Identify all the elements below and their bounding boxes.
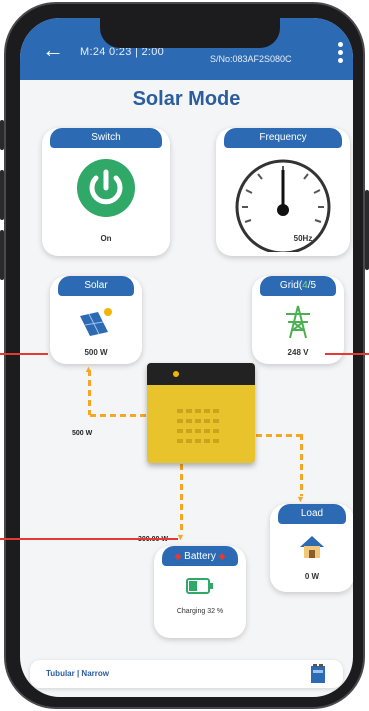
battery-flow-wire — [180, 464, 183, 534]
solar-panel-icon — [80, 308, 112, 336]
kebab-menu-icon[interactable] — [338, 42, 344, 66]
solar-card: Solar 500 W — [50, 276, 142, 364]
battery-type-bar[interactable]: Tubular | Narrow — [30, 660, 343, 688]
solar-card-title: Solar — [58, 276, 134, 296]
inverter-vent — [177, 409, 221, 413]
grid-title-suffix: /5 — [307, 280, 317, 291]
transmission-tower-icon — [286, 305, 310, 339]
inverter-vent — [177, 429, 221, 433]
inverter-display — [147, 363, 255, 385]
inverter-image — [147, 363, 255, 463]
battery-type-label: Tubular | Narrow — [46, 669, 109, 678]
solar-flow-wire-horizontal — [90, 414, 148, 417]
solar-value: 500 W — [84, 348, 108, 357]
switch-card[interactable]: Switch On — [42, 128, 170, 256]
annotation-line-grid — [325, 353, 369, 355]
arrow-left-icon[interactable]: ← — [42, 39, 64, 61]
battery-status: Charging 32 % — [176, 608, 224, 615]
battery-tubular-icon — [311, 664, 325, 683]
grid-card: Grid(4/5 248 V — [252, 276, 344, 364]
annotation-line-battery — [0, 538, 178, 540]
battery-title: Battery — [184, 551, 216, 562]
grid-title-prefix: Grid( — [279, 280, 303, 291]
device-serial: S/No:083AF2S080C — [210, 54, 292, 64]
battery-plus-marker: ◆ — [218, 551, 226, 561]
power-icon[interactable] — [76, 158, 136, 218]
switch-card-title: Switch — [50, 128, 162, 148]
load-flow-wire-vertical — [300, 434, 303, 496]
load-flow-wire-horizontal — [256, 434, 300, 437]
phone-frame: ← M:24 0:23 | 2:00 S/No:083AF2S080C Sola… — [4, 2, 365, 709]
house-icon — [300, 536, 324, 558]
inverter-indicator-light — [173, 371, 179, 377]
battery-minus-marker: ◆ — [174, 551, 182, 561]
battery-card-title: ◆ Battery ◆ — [162, 546, 238, 566]
frequency-value: 50Hz — [293, 234, 313, 243]
switch-state: On — [100, 234, 112, 243]
arrow-down-icon: ▼ — [176, 532, 185, 542]
inverter-vent — [177, 419, 221, 423]
power-button — [365, 190, 369, 270]
arrow-up-icon: ▲ — [84, 364, 93, 374]
inverter-vent — [177, 439, 221, 443]
arrow-down-icon: ▼ — [296, 494, 305, 504]
phone-notch — [100, 18, 280, 48]
app-screen: ← M:24 0:23 | 2:00 S/No:083AF2S080C Sola… — [20, 18, 353, 697]
frequency-card-title: Frequency — [224, 128, 342, 148]
annotation-line-solar — [0, 353, 48, 355]
grid-card-title: Grid(4/5 — [260, 276, 336, 296]
solar-flow-wire-vertical — [88, 370, 91, 415]
load-card-title: Load — [278, 504, 346, 524]
page-title: Solar Mode — [132, 88, 241, 110]
battery-icon — [186, 578, 213, 594]
load-value: 0 W — [304, 572, 320, 581]
battery-card: ◆ Battery ◆ Charging 32 % — [154, 546, 246, 638]
solar-flow-label: 500 W — [72, 430, 93, 437]
load-card: Load 0 W — [270, 504, 353, 592]
frequency-card: Frequency 50Hz — [216, 128, 350, 256]
